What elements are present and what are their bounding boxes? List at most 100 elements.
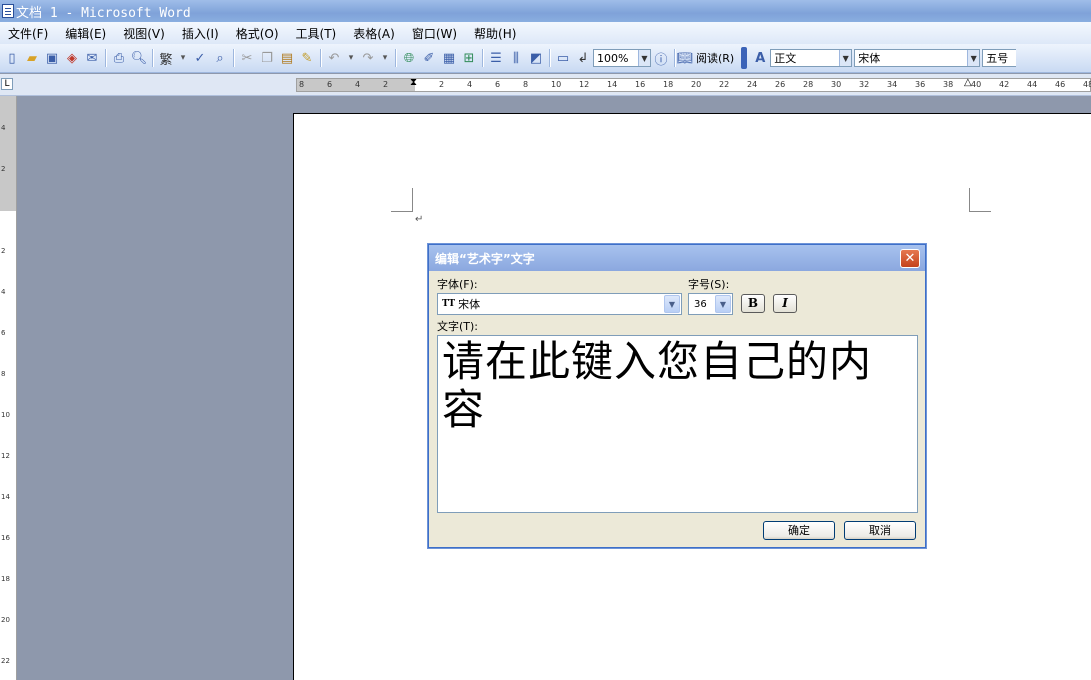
ruler-tick-label: 2 <box>1 165 6 173</box>
menu-tools[interactable]: 工具(T) <box>296 25 337 42</box>
ruler-tick-label: 44 <box>1027 80 1038 89</box>
ruler-tick-label: 26 <box>775 80 786 89</box>
print-icon[interactable]: ⎙ <box>109 48 129 68</box>
hyperlink-icon[interactable]: 🌐︎ <box>399 48 419 68</box>
close-button[interactable]: ✕ <box>900 249 920 268</box>
ruler-tick-label: 14 <box>1 493 10 501</box>
menu-bar: 文件(F) 编辑(E) 视图(V) 插入(I) 格式(O) 工具(T) 表格(A… <box>0 22 1091 44</box>
ruler-tick-label: 46 <box>1055 80 1066 89</box>
insert-excel-icon[interactable]: ⊞ <box>459 48 479 68</box>
standard-toolbar: ▯ ▰ ▣ ◈ ✉ ⎙ 🔍︎ 繁 ▾ ✓ ⌕ ✂ ❐ ▤ ✎ ↶ ▾ ↷ ▾ 🌐… <box>0 44 1091 73</box>
cut-icon[interactable]: ✂ <box>237 48 257 68</box>
research-icon[interactable]: ⌕ <box>210 48 230 68</box>
zoom-select[interactable]: 100% ▼ <box>593 49 651 67</box>
ruler-tick-label: 2 <box>1 247 6 255</box>
chevron-down-icon[interactable]: ▾ <box>344 48 358 68</box>
toolbar-options-handle[interactable] <box>741 47 748 69</box>
print-preview-icon[interactable]: 🔍︎ <box>129 48 149 68</box>
chevron-down-icon: ▼ <box>967 50 980 66</box>
ruler-tick-label: 2 <box>383 80 389 89</box>
menu-format[interactable]: 格式(O) <box>236 25 279 42</box>
font-select[interactable]: 宋体 ▼ <box>854 49 981 67</box>
ruler-tick-label: 8 <box>299 80 305 89</box>
size-dropdown[interactable]: 36 ▼ <box>688 293 733 315</box>
right-indent-marker[interactable]: △ <box>964 77 972 88</box>
menu-window[interactable]: 窗口(W) <box>412 25 457 42</box>
font-value: 宋体 <box>858 52 881 65</box>
toolbar-separator <box>105 49 106 67</box>
ruler-tick-label: 12 <box>579 80 590 89</box>
redo-icon[interactable]: ↷ <box>358 48 378 68</box>
crop-mark <box>969 188 991 212</box>
save-icon[interactable]: ▣ <box>42 48 62 68</box>
permission-icon[interactable]: ◈ <box>62 48 82 68</box>
format-painter-icon[interactable]: ✎ <box>297 48 317 68</box>
chevron-down-icon[interactable]: ▼ <box>664 295 680 313</box>
ruler-tick-label: 18 <box>1 575 10 583</box>
ruler-tick-label: 10 <box>551 80 562 89</box>
paragraph-marks-icon[interactable]: ↲ <box>573 48 593 68</box>
open-folder-icon[interactable]: ▰ <box>22 48 42 68</box>
cancel-button[interactable]: 取消 <box>844 521 916 540</box>
toolbar-separator <box>320 49 321 67</box>
font-dropdown[interactable]: TT 宋体 ▼ <box>437 293 682 315</box>
word-document-icon <box>2 4 14 18</box>
document-map-icon[interactable]: ◩ <box>526 48 546 68</box>
paragraph-mark: ↵ <box>415 214 424 225</box>
dialog-title-bar[interactable]: 编辑“艺术字”文字 <box>429 245 925 271</box>
italic-button[interactable]: I <box>773 294 797 313</box>
chevron-down-icon: ▼ <box>638 50 650 66</box>
menu-help[interactable]: 帮助(H) <box>474 25 516 42</box>
ruler-tick-label: 40 <box>971 80 982 89</box>
undo-icon[interactable]: ↶ <box>324 48 344 68</box>
traditional-chinese-button[interactable]: 繁 <box>156 48 176 68</box>
ruler-tick-label: 16 <box>1 534 10 542</box>
ruler-tick-label: 18 <box>663 80 674 89</box>
style-select[interactable]: 正文 ▼ <box>770 49 853 67</box>
styles-formatting-icon[interactable]: A <box>750 48 770 68</box>
font-size-select[interactable]: 五号 <box>982 49 1017 67</box>
menu-file[interactable]: 文件(F) <box>8 25 48 42</box>
ruler-tick-label: 36 <box>915 80 926 89</box>
email-icon[interactable]: ✉ <box>82 48 102 68</box>
dialog-title: 编辑“艺术字”文字 <box>435 251 535 266</box>
ruler-tick-label: 4 <box>467 80 473 89</box>
font-size-value: 五号 <box>986 52 1009 65</box>
drawing-icon[interactable]: ⫼ <box>506 48 526 68</box>
chevron-down-icon[interactable]: ▼ <box>715 295 731 313</box>
paste-icon[interactable]: ▤ <box>277 48 297 68</box>
ruler-tick-label: 42 <box>999 80 1010 89</box>
show-hide-icon[interactable]: ▭ <box>553 48 573 68</box>
chevron-down-icon[interactable]: ▾ <box>378 48 392 68</box>
ruler-tick-label: 4 <box>1 124 6 132</box>
read-mode-button[interactable]: 阅读(R) <box>696 50 734 66</box>
wordart-text-input[interactable]: 请在此键入您自己的内容 <box>437 335 918 513</box>
vertical-ruler[interactable]: 4 2 2 4 6 8 10 12 14 16 18 20 22 <box>0 96 17 680</box>
crop-mark <box>391 188 413 212</box>
tab-selector[interactable]: L <box>1 78 13 90</box>
menu-edit[interactable]: 编辑(E) <box>65 25 106 42</box>
menu-insert[interactable]: 插入(I) <box>182 25 219 42</box>
bold-button[interactable]: B <box>741 294 765 313</box>
ruler-tick-label: 32 <box>859 80 870 89</box>
spelling-icon[interactable]: ✓ <box>190 48 210 68</box>
help-icon[interactable]: ⓘ <box>651 48 671 68</box>
tables-borders-icon[interactable]: ✐ <box>419 48 439 68</box>
ruler-tick-label: 4 <box>355 80 361 89</box>
truetype-font-icon: TT <box>442 299 456 309</box>
menu-table[interactable]: 表格(A) <box>353 25 395 42</box>
menu-view[interactable]: 视图(V) <box>123 25 165 42</box>
copy-icon[interactable]: ❐ <box>257 48 277 68</box>
toolbar-separator <box>152 49 153 67</box>
ruler-tick-label: 6 <box>1 329 6 337</box>
ruler-tick-label: 6 <box>495 80 501 89</box>
ruler-margin <box>0 96 16 211</box>
horizontal-ruler[interactable]: 8 6 4 2 2 4 6 8 10 12 14 16 18 20 22 24 26 28 30 32 34 36 38 40… <box>296 77 1091 92</box>
ok-button[interactable]: 确定 <box>763 521 835 540</box>
chevron-down-icon[interactable]: ▾ <box>176 48 190 68</box>
left-indent-marker[interactable]: ⧗ <box>410 77 417 88</box>
insert-table-icon[interactable]: ▦ <box>439 48 459 68</box>
new-document-icon[interactable]: ▯ <box>2 48 22 68</box>
chevron-down-icon: ▼ <box>839 50 852 66</box>
columns-icon[interactable]: ☰ <box>486 48 506 68</box>
